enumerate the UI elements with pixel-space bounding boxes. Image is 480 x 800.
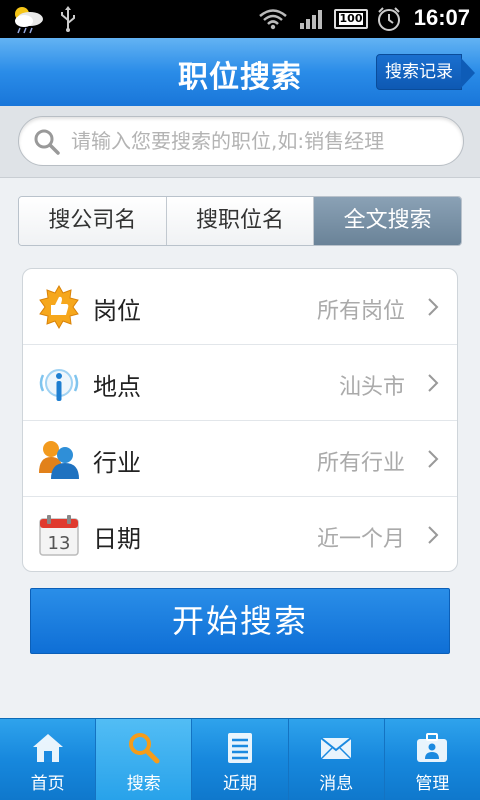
calendar-icon: 13 (39, 515, 79, 556)
thumbs-up-icon (39, 285, 79, 329)
chevron-right-icon (428, 526, 439, 544)
nav-label: 消息 (319, 774, 354, 794)
start-search-button[interactable]: 开始搜索 (30, 588, 450, 654)
usb-icon (61, 6, 75, 32)
filter-label: 岗位 (93, 297, 141, 325)
alarm-icon (378, 7, 400, 31)
tab-full-text[interactable]: 全文搜索 (314, 197, 461, 245)
location-info-icon (39, 369, 79, 401)
filter-value: 近一个月 (316, 527, 405, 552)
search-box[interactable] (18, 116, 464, 166)
filter-list: 岗位 所有岗位 地点 汕头市 行业 所有行业 13 日期 近一个月 (22, 268, 458, 572)
search-history-button[interactable]: 搜索记录 (376, 54, 475, 90)
title-bar: 职位搜索 搜索记录 (0, 38, 480, 106)
signal-icon (300, 10, 322, 29)
wifi-icon (259, 9, 287, 30)
nav-item-search[interactable]: 搜索 (96, 719, 193, 800)
nav-item-messages[interactable]: 消息 (289, 719, 385, 800)
filter-value: 汕头市 (338, 375, 405, 400)
status-time: 16:07 (413, 5, 470, 30)
filter-row-position[interactable]: 岗位 所有岗位 (23, 269, 457, 345)
chevron-right-icon (428, 450, 439, 468)
filter-row-industry[interactable]: 行业 所有行业 (23, 421, 457, 497)
filter-value: 所有行业 (316, 451, 405, 476)
filter-label: 日期 (93, 525, 141, 553)
weather-icon (15, 7, 43, 34)
nav-label: 近期 (223, 774, 257, 794)
chevron-right-icon (428, 298, 439, 316)
search-icon (128, 733, 160, 764)
filter-row-date[interactable]: 13 日期 近一个月 (23, 497, 457, 571)
search-icon (34, 129, 60, 155)
battery-level: 100 (339, 12, 363, 25)
filter-label: 地点 (93, 373, 141, 401)
search-mode-tabs: 搜公司名 搜职位名 全文搜索 (18, 196, 462, 246)
battery-icon: 100 (334, 9, 368, 29)
chevron-right-icon (428, 374, 439, 392)
nav-item-manage[interactable]: 管理 (385, 719, 480, 800)
status-bar: 100 16:07 (0, 0, 480, 38)
nav-label: 首页 (30, 774, 65, 794)
search-input[interactable] (71, 125, 451, 157)
filter-label: 行业 (93, 449, 141, 477)
search-area (0, 106, 480, 178)
nav-label: 管理 (415, 774, 450, 794)
home-icon (32, 734, 63, 762)
tab-company-name[interactable]: 搜公司名 (19, 197, 167, 245)
mail-icon (320, 737, 352, 760)
nav-item-recent[interactable]: 近期 (192, 719, 289, 800)
filter-value: 所有岗位 (316, 299, 405, 324)
filter-row-location[interactable]: 地点 汕头市 (23, 345, 457, 421)
nav-label: 搜索 (126, 774, 161, 794)
people-icon (39, 441, 79, 479)
calendar-day: 13 (48, 533, 71, 554)
tab-job-title[interactable]: 搜职位名 (166, 197, 315, 245)
bottom-nav: 首页 搜索 近期 消息 管理 (0, 718, 480, 800)
nav-item-home[interactable]: 首页 (0, 719, 97, 800)
briefcase-icon (417, 733, 448, 762)
list-icon (228, 733, 252, 763)
